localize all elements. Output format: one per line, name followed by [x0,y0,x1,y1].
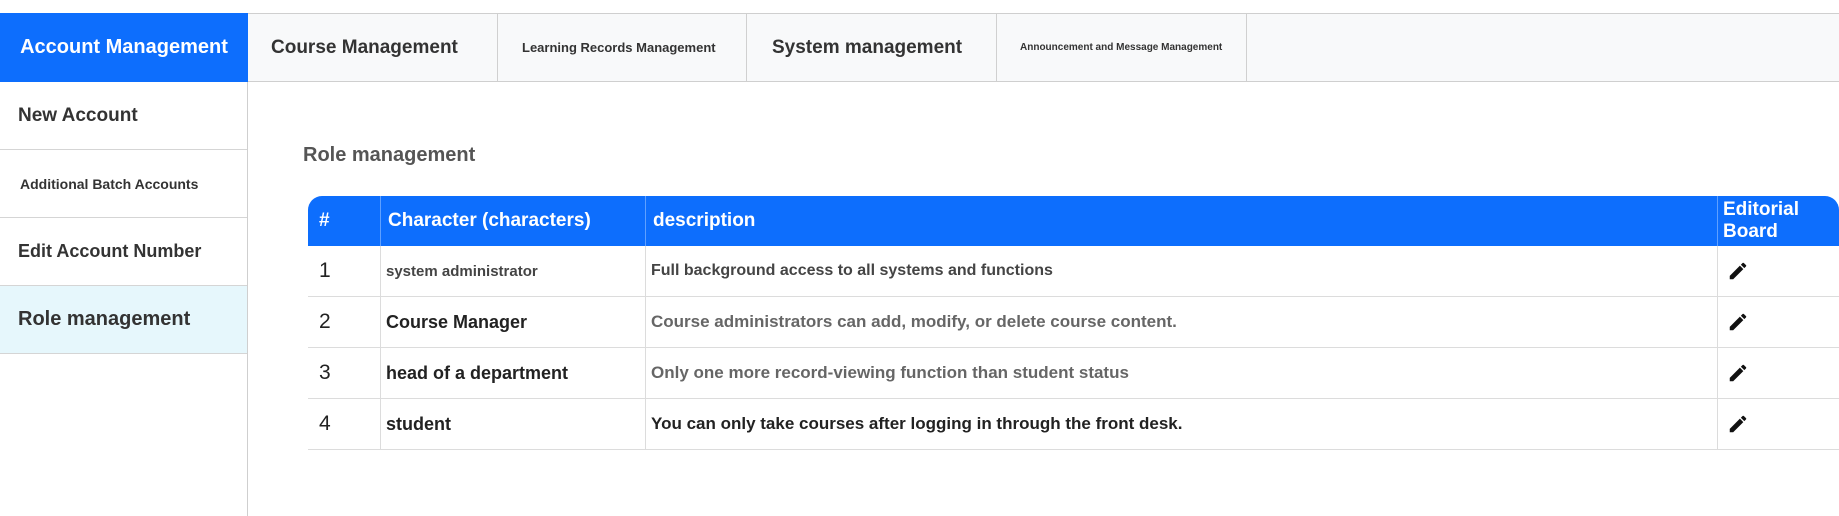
tab-label: Course Management [271,36,458,58]
table-row: 3 head of a department Only one more rec… [308,348,1839,399]
role-description: Course administrators can add, modify, o… [646,297,1718,347]
sidebar-item-label: Role management [18,308,191,330]
column-header-role: Character (characters) [381,196,646,246]
role-description: You can only take courses after logging … [646,399,1718,449]
sidebar-item-edit-account-number[interactable]: Edit Account Number [0,218,247,286]
top-navigation: Account Management Course Management Lea… [0,13,1839,82]
tab-system-management[interactable]: System management [747,14,997,81]
tab-account-management[interactable]: Account Management [0,13,248,82]
pencil-icon [1729,313,1747,331]
column-header-number: # [308,196,381,246]
pencil-icon [1729,262,1747,280]
tab-label: Announcement and Message Management [1020,42,1223,53]
pencil-icon [1729,415,1747,433]
column-header-edit: Editorial Board [1723,199,1800,242]
table-row: 1 system administrator Full background a… [308,246,1839,297]
sidebar: New Account Additional Batch Accounts Ed… [0,82,248,516]
page-title: Role management [303,144,476,166]
role-name: student [381,399,646,449]
edit-button[interactable] [1718,399,1839,449]
tab-label: Learning Records Management [522,40,716,55]
sidebar-item-label: New Account [18,104,138,126]
sidebar-item-label: Additional Batch Accounts [20,175,199,192]
tab-label: Account Management [20,36,228,58]
edit-button[interactable] [1718,348,1839,398]
role-name: head of a department [381,348,646,398]
tab-announcement-message-management[interactable]: Announcement and Message Management [997,14,1247,81]
role-name: system administrator [381,246,646,296]
table-row: 2 Course Manager Course administrators c… [308,297,1839,348]
tab-course-management[interactable]: Course Management [248,14,498,81]
sidebar-item-new-account[interactable]: New Account [0,82,247,150]
tab-label: System management [772,36,963,58]
row-number: 3 [308,348,381,398]
column-header-description: description [646,196,1718,246]
sidebar-item-label: Edit Account Number [18,241,202,261]
sidebar-item-additional-batch-accounts[interactable]: Additional Batch Accounts [0,150,247,218]
row-number: 2 [308,297,381,347]
role-name: Course Manager [381,297,646,347]
row-number: 4 [308,399,381,449]
role-description: Full background access to all systems an… [646,246,1718,296]
role-description: Only one more record-viewing function th… [646,348,1718,398]
sidebar-item-role-management[interactable]: Role management [0,286,247,354]
row-number: 1 [308,246,381,296]
pencil-icon [1729,364,1747,382]
table-row: 4 student You can only take courses afte… [308,399,1839,450]
edit-button[interactable] [1718,246,1839,296]
tab-learning-records-management[interactable]: Learning Records Management [498,14,747,81]
table-header: # Character (characters) description Edi… [308,196,1839,246]
edit-button[interactable] [1718,297,1839,347]
